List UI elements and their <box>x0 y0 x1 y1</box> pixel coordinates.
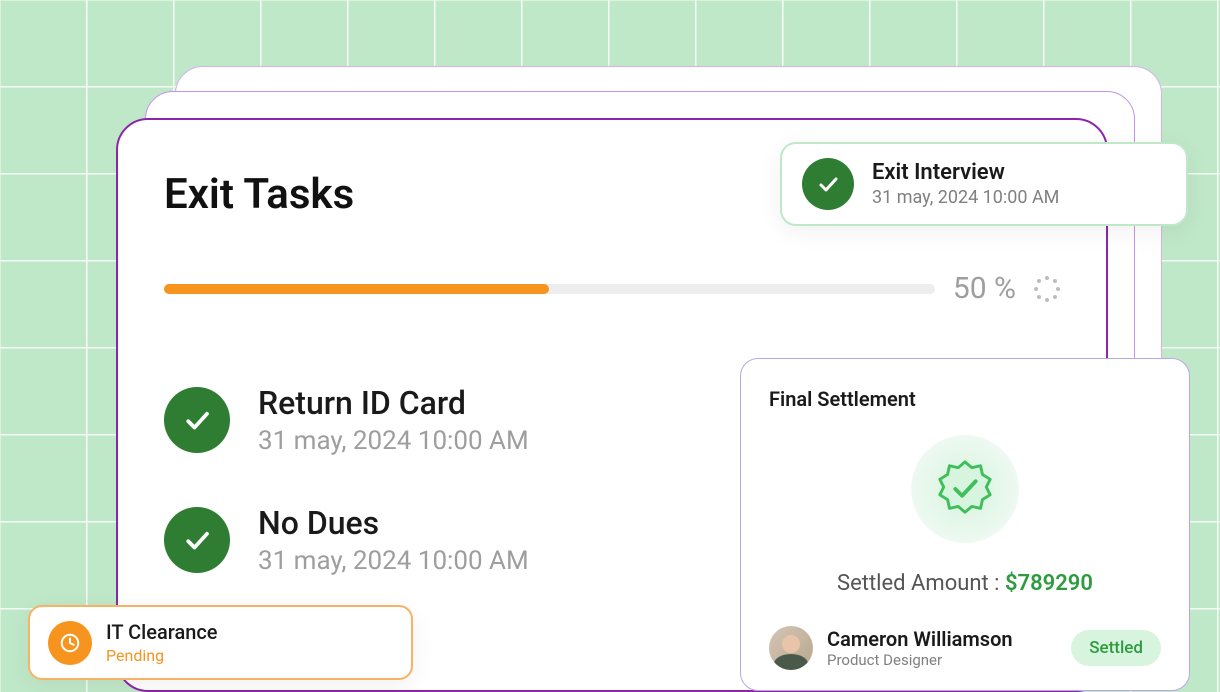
interview-date: 31 may, 2024 10:00 AM <box>872 187 1059 208</box>
progress-fill <box>164 284 549 294</box>
settlement-title: Final Settlement <box>769 387 1161 411</box>
verified-seal-icon <box>911 435 1019 543</box>
task-text: Return ID Card 31 may, 2024 10:00 AM <box>258 384 529 456</box>
check-circle-icon <box>802 158 854 210</box>
interview-text: Exit Interview 31 may, 2024 10:00 AM <box>872 160 1059 208</box>
progress-percent: 50 % <box>953 271 1016 306</box>
person-role: Product Designer <box>827 651 1013 669</box>
settled-amount-value: $789290 <box>1005 571 1093 596</box>
avatar <box>769 626 813 670</box>
exit-interview-card[interactable]: Exit Interview 31 may, 2024 10:00 AM <box>780 142 1188 226</box>
task-title: No Dues <box>258 504 529 542</box>
clock-icon <box>48 621 92 665</box>
clearance-status: Pending <box>106 646 218 665</box>
status-badge: Settled <box>1071 630 1161 666</box>
check-circle-icon <box>164 387 230 453</box>
final-settlement-card: Final Settlement Settled Amount : $78929… <box>740 358 1190 691</box>
settled-amount-row: Settled Amount : $789290 <box>769 571 1161 596</box>
task-date: 31 may, 2024 10:00 AM <box>258 426 529 456</box>
person-text: Cameron Williamson Product Designer <box>827 627 1013 669</box>
task-text: No Dues 31 may, 2024 10:00 AM <box>258 504 529 576</box>
settlement-person-row: Cameron Williamson Product Designer Sett… <box>769 626 1161 670</box>
loading-spinner-icon <box>1034 276 1060 302</box>
task-title: Return ID Card <box>258 384 529 422</box>
it-clearance-card[interactable]: IT Clearance Pending <box>28 605 413 680</box>
check-circle-icon <box>164 507 230 573</box>
clearance-title: IT Clearance <box>106 620 218 644</box>
clearance-text: IT Clearance Pending <box>106 620 218 665</box>
settlement-seal-wrap <box>769 435 1161 543</box>
interview-title: Exit Interview <box>872 160 1059 185</box>
settled-amount-label: Settled Amount : <box>837 571 1005 596</box>
progress-row: 50 % <box>164 271 1060 306</box>
progress-bar[interactable] <box>164 284 935 294</box>
person-name: Cameron Williamson <box>827 627 1013 651</box>
task-date: 31 may, 2024 10:00 AM <box>258 546 529 576</box>
